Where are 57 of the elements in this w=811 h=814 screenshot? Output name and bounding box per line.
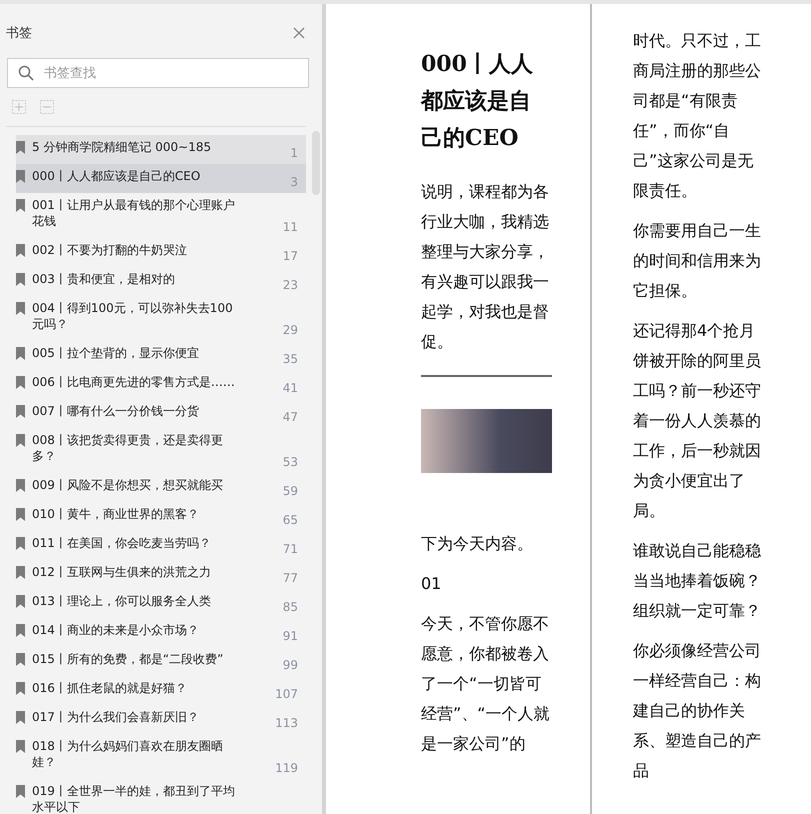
bookmark-item[interactable]: 006丨比电商更先进的零售方式是…… 41	[16, 370, 306, 399]
panel-title: 书签	[6, 25, 32, 42]
bookmark-item[interactable]: 016丨抓住老鼠的就是好猫？ 107	[16, 676, 306, 705]
bookmark-icon	[16, 653, 25, 666]
paragraph: 下为今天内容。	[421, 533, 534, 555]
paragraph: 谁敢说自己能稳稳当当地捧着饭碗？组织就一定可靠？	[633, 540, 762, 622]
bookmark-icon	[16, 566, 25, 579]
bookmark-item[interactable]: 011丨在美国，你会吃麦当劳吗？ 71	[16, 531, 306, 560]
paragraph: 说明，课程都为各行业大咖，我精选整理与大家分享，有兴趣可以跟我一起学，对我也是督促。	[421, 181, 550, 353]
bookmark-icon	[16, 170, 25, 183]
bookmark-icon	[16, 479, 25, 492]
bookmark-item[interactable]: 001丨让用户从最有钱的那个心理账户花钱 11	[16, 193, 306, 238]
bookmark-icon	[16, 347, 25, 360]
paragraph: 时代。只不过，工商局注册的那些公司都是“有限责任”，而你“自己”这家公司是无限责任。	[633, 30, 762, 202]
bookmark-icon	[16, 595, 25, 608]
bookmark-item[interactable]: 013丨理论上，你可以服务全人类 85	[16, 589, 306, 618]
bookmark-icon	[16, 405, 25, 418]
paragraph: 今天，不管你愿不愿意，你都被卷入了一个“一切皆可经营”、“一个人就是一家公司”的	[421, 613, 551, 755]
bookmark-icon	[16, 376, 25, 389]
bookmark-icon	[16, 740, 25, 753]
bookmark-item[interactable]: 5 分钟商学院精细笔记 000~185 1	[16, 135, 306, 164]
bookmark-item[interactable]: 008丨该把货卖得更贵，还是卖得更多？ 53	[16, 428, 306, 473]
search-icon	[18, 65, 34, 81]
bookmark-item[interactable]: 002丨不要为打翻的牛奶哭泣 17	[16, 238, 306, 267]
bookmark-icon	[16, 682, 25, 695]
paragraph: 你必须像经营公司一样经营自己：构建自己的协作关系、塑造自己的产品	[633, 640, 762, 782]
bookmark-item[interactable]: 012丨互联网与生俱来的洪荒之力 77	[16, 560, 306, 589]
bookmark-icon	[16, 199, 25, 212]
bookmark-icon	[16, 624, 25, 637]
search-input[interactable]: 书签查找	[42, 64, 298, 82]
bookmark-item[interactable]: 005丨拉个垫背的，显示你便宜 35	[16, 341, 306, 370]
bookmark-icon	[16, 508, 25, 521]
paragraph: 01	[421, 573, 442, 595]
bookmark-item[interactable]: 007丨哪有什么一分价钱一分货 47	[16, 399, 306, 428]
bookmark-item[interactable]: 010丨黄牛，商业世界的黑客？ 65	[16, 502, 306, 531]
bookmark-icon	[16, 141, 25, 154]
bookmark-icon	[16, 785, 25, 798]
bookmark-item[interactable]: 004丨得到100元，可以弥补失去100元吗？ 29	[16, 296, 306, 341]
search-field[interactable]: 书签查找	[7, 58, 309, 88]
close-button[interactable]	[292, 26, 306, 40]
bookmark-item[interactable]: 000丨人人都应该是自己的CEO 3	[16, 164, 306, 193]
bookmark-icon	[16, 711, 25, 724]
bookmark-item[interactable]: 014丨商业的未来是小众市场？ 91	[16, 618, 306, 647]
paragraph: 还记得那4个抢月饼被开除的阿里员工吗？前一秒还守着一份人人羡慕的工作，后一秒就因为贪小便宜出了局。	[633, 320, 762, 522]
bookmark-icon	[16, 434, 25, 447]
bookmark-icon	[16, 244, 25, 257]
paragraph: 你需要用自己一生的时间和信用来为它担保。	[633, 220, 762, 302]
bookmark-item[interactable]: 019丨全世界一半的娃，都丑到了平均水平以下	[16, 779, 306, 814]
bookmark-item[interactable]: 003丨贵和便宜，是相对的 23	[16, 267, 306, 296]
bookmark-item[interactable]: 009丨风险不是你想买，想买就能买 59	[16, 473, 306, 502]
bookmark-icon	[16, 537, 25, 550]
bookmark-item[interactable]: 017丨为什么我们会喜新厌旧？ 113	[16, 705, 306, 734]
bookmark-item[interactable]: 015丨所有的免费，都是“二段收费” 99	[16, 647, 306, 676]
bookmark-icon	[16, 273, 25, 286]
article-title: 000丨人人都应该是自己的CEO	[421, 50, 534, 153]
bookmark-item[interactable]: 018丨为什么妈妈们喜欢在朋友圈晒娃？ 119	[16, 734, 306, 779]
bookmark-icon	[16, 302, 25, 315]
